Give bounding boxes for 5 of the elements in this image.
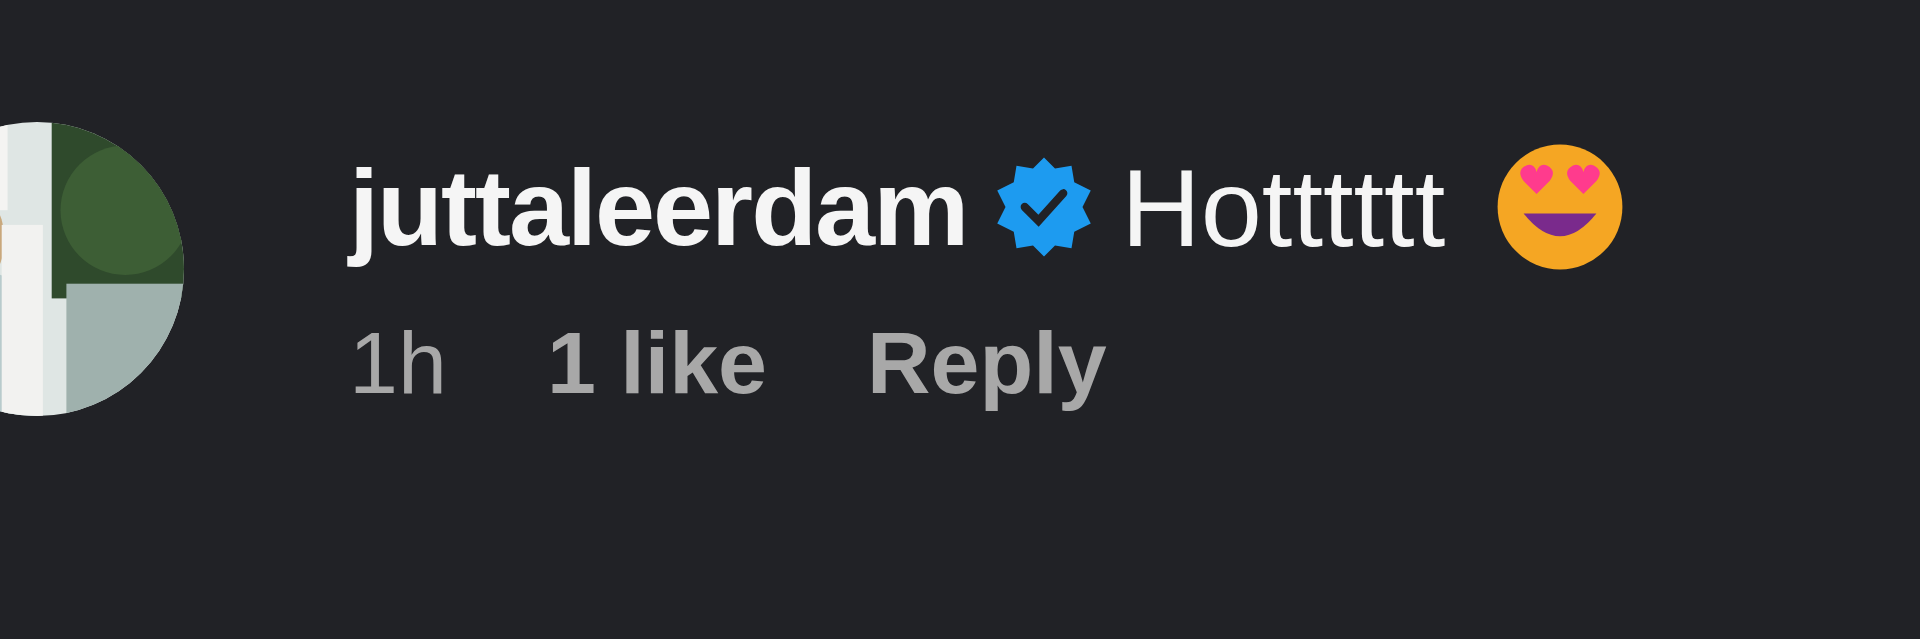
- reply-button[interactable]: Reply: [867, 312, 1107, 414]
- username[interactable]: juttaleerdam: [349, 144, 968, 270]
- likes-count[interactable]: 1 like: [546, 312, 768, 414]
- comment-text: Hotttttt: [1121, 144, 1446, 271]
- timestamp: 1h: [349, 312, 447, 414]
